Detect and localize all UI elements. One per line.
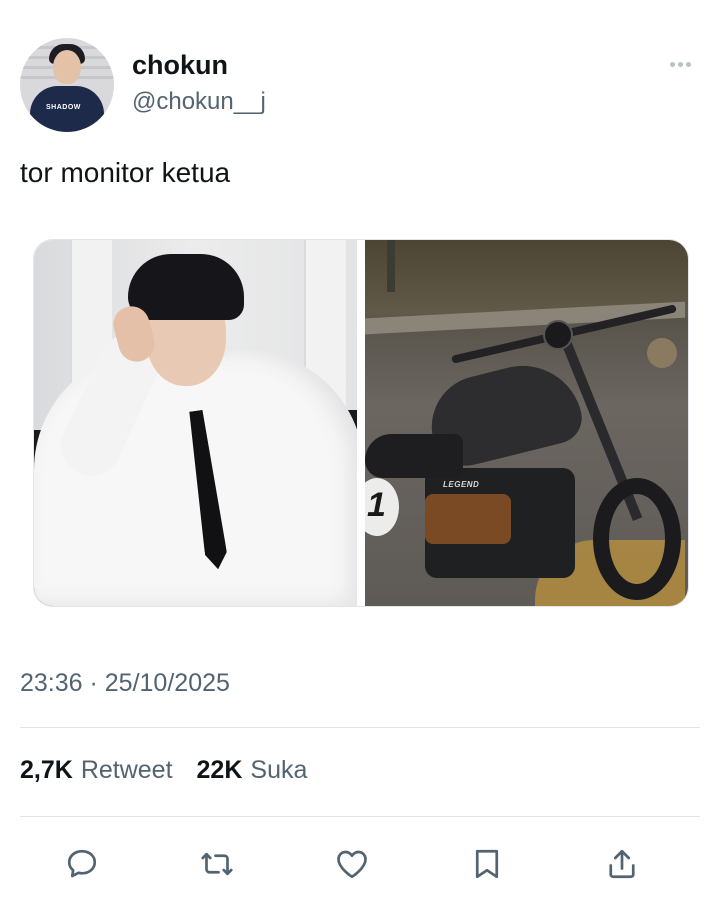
retweet-button[interactable] <box>197 844 237 884</box>
tank-badge: LEGEND <box>443 480 480 489</box>
retweet-stat[interactable]: 2,7K Retweet <box>20 756 173 785</box>
more-options-icon[interactable] <box>670 58 700 70</box>
bookmark-icon <box>475 849 499 879</box>
tweet-header: SHADOW chokun @chokun__j <box>20 38 700 134</box>
reply-button[interactable] <box>62 844 102 884</box>
divider <box>20 727 700 728</box>
divider <box>20 816 700 817</box>
media-photo-1[interactable] <box>34 240 357 606</box>
retweet-count: 2,7K <box>20 756 73 784</box>
like-count: 22K <box>196 756 243 784</box>
media-grid: 1 LEGEND <box>33 239 689 607</box>
share-icon <box>609 849 635 879</box>
tweet-text: tor monitor ketua <box>20 157 231 188</box>
retweet-label: Retweet <box>80 756 173 784</box>
like-button[interactable] <box>332 844 372 884</box>
tweet-timestamp[interactable]: 23:36 · 25/10/2025 <box>20 669 230 698</box>
speech-bubble-icon <box>67 849 97 878</box>
user-handle[interactable]: @chokun__j <box>132 88 266 116</box>
media-photo-2[interactable]: 1 LEGEND <box>365 240 688 606</box>
bookmark-button[interactable] <box>467 844 507 884</box>
heart-icon <box>337 850 367 879</box>
share-button[interactable] <box>602 844 642 884</box>
like-label: Suka <box>250 756 308 784</box>
avatar-shirt-text: SHADOW <box>46 104 81 111</box>
display-name[interactable]: chokun <box>132 50 228 81</box>
avatar[interactable]: SHADOW <box>20 38 114 132</box>
engagement-stats: 2,7K Retweet 22K Suka <box>20 756 331 785</box>
like-stat[interactable]: 22K Suka <box>197 756 308 785</box>
retweet-icon <box>201 852 233 876</box>
bike-number: 1 <box>367 486 386 524</box>
action-bar <box>62 844 642 884</box>
